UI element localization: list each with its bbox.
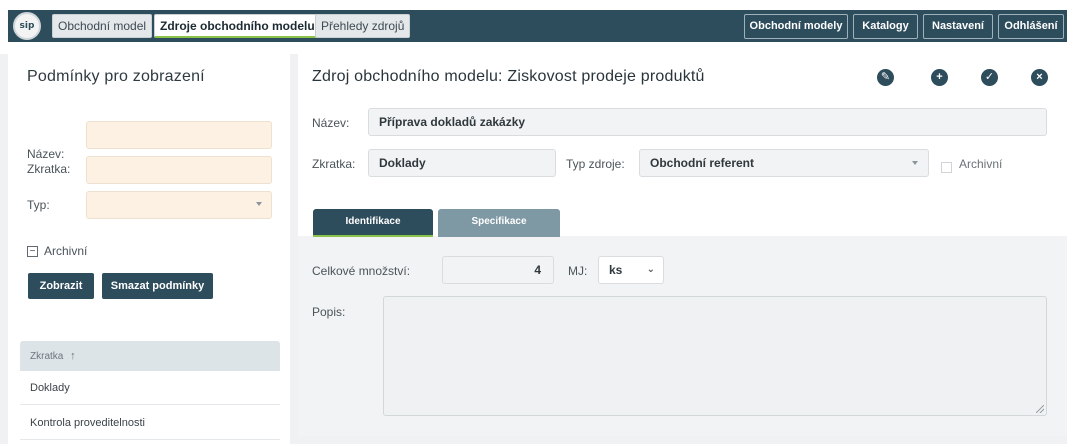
name-filter-input[interactable] [86, 121, 272, 149]
resource-type-label: Typ zdroje: [566, 157, 625, 171]
close-icon[interactable]: × [1031, 69, 1048, 86]
tab-resource-overviews[interactable]: Přehledy zdrojů [315, 14, 411, 38]
description-textarea[interactable] [383, 296, 1047, 416]
top-bar: sip Obchodní model Zdroje obchodního mod… [0, 0, 1067, 54]
archived-filter-label: Archivní [44, 244, 88, 258]
quantity-label: Celkové množství: [312, 264, 411, 278]
sort-up-icon: ↑ [70, 350, 76, 362]
abbr-filter-label: Zkratka: [27, 162, 71, 176]
abbr-filter-input[interactable] [86, 156, 272, 184]
clear-conditions-button[interactable]: Smazat podmínky [102, 273, 213, 299]
business-models-button[interactable]: Obchodní modely [744, 14, 848, 39]
page-title: Zdroj obchodního modelu: Ziskovost prode… [312, 68, 705, 85]
name-field[interactable]: Příprava dokladů zakázky [368, 108, 1047, 136]
resource-type-value: Obchodní referent [650, 156, 755, 170]
show-button[interactable]: Zobrazit [28, 273, 94, 299]
tab-business-model[interactable]: Obchodní model [52, 14, 153, 38]
unit-label: MJ: [568, 264, 588, 278]
chevron-down-icon [912, 161, 918, 165]
type-filter-select[interactable] [86, 191, 272, 219]
tab-identification[interactable]: Identifikace [313, 209, 433, 237]
catalogs-button[interactable]: Katalogy [853, 14, 918, 39]
edit-approve-icon[interactable]: ✓ [981, 69, 998, 86]
chevron-down-icon [256, 202, 262, 206]
list-header-label: Zkratka [30, 351, 64, 362]
description-label: Popis: [312, 305, 346, 319]
collapse-icon: − [27, 245, 38, 257]
name-label: Název: [312, 116, 350, 130]
list-item[interactable]: Doklady [20, 371, 280, 405]
logout-button[interactable]: Odhlášení [998, 14, 1064, 39]
abbr-field[interactable]: Doklady [368, 149, 556, 177]
resize-handle-icon[interactable] [1036, 405, 1044, 413]
name-filter-label: Název: [27, 147, 65, 161]
tab-business-model-resources[interactable]: Zdroje obchodního modelu [154, 14, 321, 38]
tab-specification[interactable]: Specifikace [438, 209, 560, 237]
type-filter-label: Typ: [27, 198, 50, 212]
list-header-abbr[interactable]: Zkratka ↑ [20, 341, 280, 371]
quantity-field[interactable]: 4 [442, 256, 554, 284]
chevron-down-icon: ⌄ [646, 264, 655, 275]
list-item[interactable]: Kontrola proveditelnosti [20, 406, 280, 440]
logo[interactable]: sip [13, 12, 41, 40]
settings-button[interactable]: Nastavení [923, 14, 993, 39]
detail-panel: Zdroj obchodního modelu: Ziskovost prode… [298, 54, 1067, 436]
add-icon[interactable]: + [931, 69, 948, 86]
archived-filter-toggle[interactable]: − Archivní [27, 244, 87, 258]
filter-panel: Podmínky pro zobrazení Název: Zkratka: T… [8, 54, 290, 444]
edit-icon[interactable]: ✎ [877, 69, 894, 86]
resource-type-select[interactable]: Obchodní referent [639, 149, 929, 177]
archived-label: Archivní [959, 157, 1003, 171]
abbr-label: Zkratka: [312, 157, 356, 171]
unit-value: ks [609, 263, 623, 277]
unit-select[interactable]: ks ⌄ [598, 256, 664, 284]
filter-panel-title: Podmínky pro zobrazení [27, 68, 205, 85]
archived-checkbox[interactable] [941, 162, 952, 173]
